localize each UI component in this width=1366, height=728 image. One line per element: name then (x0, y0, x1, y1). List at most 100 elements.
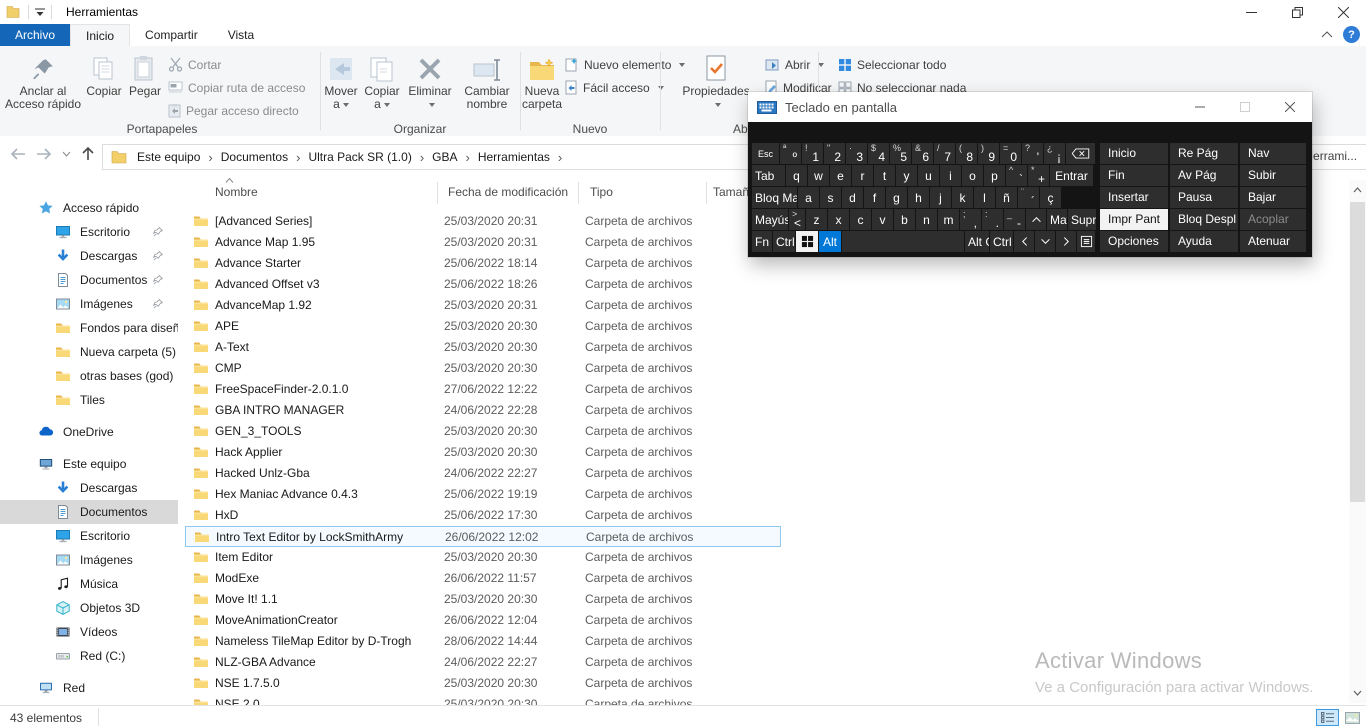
7-key[interactable]: /7 (934, 143, 955, 164)
inicio-key[interactable]: Inicio (1100, 143, 1168, 164)
t-key[interactable]: t (874, 165, 895, 186)
sidebar-item-escritorio[interactable]: Escritorio (0, 524, 178, 548)
mayus-key[interactable]: Mayús (1047, 209, 1067, 230)
a-key[interactable]: a (798, 187, 819, 208)
ayuda-key[interactable]: Ayuda (1170, 231, 1238, 252)
up-button[interactable] (81, 146, 95, 161)
large-icons-view-button[interactable] (1341, 709, 1364, 726)
item-key[interactable]: ¨´ (1018, 187, 1039, 208)
minimize-button[interactable] (1228, 0, 1274, 24)
bajar-key[interactable]: Bajar (1240, 187, 1306, 208)
forward-button[interactable] (36, 147, 52, 161)
item-key[interactable]: ªº (780, 143, 801, 164)
file-row-advanced-series[interactable]: [Advanced Series]25/03/2020 20:31Carpeta… (185, 211, 781, 232)
j-key[interactable]: j (930, 187, 951, 208)
new-folder-button[interactable]: Nueva carpeta (520, 52, 564, 111)
arrow-left-key[interactable] (1014, 231, 1034, 252)
e-key[interactable]: e (830, 165, 851, 186)
new-item-button[interactable]: Nuevo elemento (565, 56, 685, 73)
fn-key[interactable]: Fn (752, 231, 772, 252)
select-all-button[interactable]: Seleccionar todo (838, 56, 946, 73)
q-key[interactable]: q (786, 165, 807, 186)
vertical-scrollbar[interactable] (1349, 180, 1366, 703)
tab-key[interactable]: Tab (752, 165, 785, 186)
sidebar-item-nueva-carpeta-5[interactable]: Nueva carpeta (5) (0, 340, 178, 364)
file-row-move-it-1-1[interactable]: Move It! 1.125/03/2020 20:30Carpeta de a… (185, 589, 781, 610)
p-key[interactable]: p (984, 165, 1005, 186)
back-button[interactable] (10, 147, 26, 161)
sidebar-item-musica[interactable]: Música (0, 572, 178, 596)
backspace-key[interactable] (1066, 143, 1095, 164)
help-icon[interactable]: ? (1343, 26, 1360, 43)
item-key[interactable]: ?' (1022, 143, 1043, 164)
8-key[interactable]: (8 (956, 143, 977, 164)
h-key[interactable]: h (908, 187, 929, 208)
sidebar-item-tiles[interactable]: Tiles (0, 388, 178, 412)
v-key[interactable]: v (872, 209, 893, 230)
impr-pant-key[interactable]: Impr Pant (1100, 209, 1168, 230)
breadcrumb-separator-icon[interactable]: › (204, 150, 216, 165)
scroll-down-icon[interactable] (1351, 686, 1364, 699)
w-key[interactable]: w (808, 165, 829, 186)
opciones-key[interactable]: Opciones (1100, 231, 1168, 252)
column-header-name[interactable]: Nombre (215, 185, 258, 199)
n-key[interactable]: n (916, 209, 937, 230)
sidebar-item-red-c[interactable]: Red (C:) (0, 644, 178, 668)
cut-button[interactable]: Cortar (168, 56, 221, 73)
esc-key[interactable]: Esc (752, 143, 779, 164)
file-row-moveanimationcreator[interactable]: MoveAnimationCreator26/06/2022 12:04Carp… (185, 610, 781, 631)
ctrl-key[interactable]: Ctrl (990, 231, 1013, 252)
m-key[interactable]: m (938, 209, 959, 230)
rename-button[interactable]: Cambiar nombre (458, 52, 516, 111)
subir-key[interactable]: Subir (1240, 165, 1306, 186)
file-row-advance-map-1-95[interactable]: Advance Map 1.9525/03/2020 20:31Carpeta … (185, 232, 781, 253)
6-key[interactable]: &6 (912, 143, 933, 164)
u-key[interactable]: u (918, 165, 939, 186)
d-key[interactable]: d (842, 187, 863, 208)
arrow-down-key[interactable] (1035, 231, 1055, 252)
column-header-type[interactable]: Tipo (590, 185, 613, 199)
pin-to-quick-access-button[interactable]: Anclar al Acceso rápido (4, 52, 82, 111)
arrow-right-key[interactable] (1056, 231, 1076, 252)
alt-key[interactable]: Alt (819, 231, 841, 252)
breadcrumb-separator-icon[interactable]: › (292, 150, 304, 165)
customize-toolbar-icon[interactable] (35, 8, 45, 17)
scrollbar-thumb[interactable] (1350, 202, 1365, 502)
0-key[interactable]: =0 (1000, 143, 1021, 164)
sidebar-item-red[interactable]: Red (0, 676, 178, 700)
file-row-modexe[interactable]: ModExe26/06/2022 11:57Carpeta de archivo… (185, 568, 781, 589)
sidebar-item-descargas[interactable]: Descargas (0, 476, 178, 500)
5-key[interactable]: %5 (890, 143, 911, 164)
alt-gr-key[interactable]: Alt Gr (965, 231, 989, 252)
sidebar-item-imagenes[interactable]: Imágenes (0, 548, 178, 572)
file-row-ape[interactable]: APE25/03/2020 20:30Carpeta de archivos (185, 316, 781, 337)
move-to-button[interactable]: Mover a (322, 52, 360, 111)
sidebar-item-acceso-rapido[interactable]: Acceso rápido (0, 196, 178, 220)
breadcrumb-separator-icon[interactable]: › (416, 150, 428, 165)
k-key[interactable]: k (952, 187, 973, 208)
file-row-gen-3-tools[interactable]: GEN_3_TOOLS25/03/2020 20:30Carpeta de ar… (185, 421, 781, 442)
item-key[interactable]: *+ (1028, 165, 1049, 186)
breadcrumb-gba[interactable]: GBA (428, 146, 461, 168)
breadcrumb-documentos[interactable]: Documentos (217, 146, 292, 168)
sidebar-item-este-equipo[interactable]: Este equipo (0, 452, 178, 476)
column-divider[interactable] (437, 182, 438, 204)
nav-key[interactable]: Nav (1240, 143, 1306, 164)
delete-button[interactable]: Eliminar (404, 52, 456, 111)
paste-button[interactable]: Pegar (126, 52, 164, 98)
file-row-a-text[interactable]: A-Text25/03/2020 20:30Carpeta de archivo… (185, 337, 781, 358)
osk-maximize-button[interactable] (1222, 92, 1267, 122)
av-pag-key[interactable]: Av Pág (1170, 165, 1238, 186)
y-key[interactable]: y (896, 165, 917, 186)
file-row-nse-1-7-5-0[interactable]: NSE 1.7.5.025/03/2020 20:30Carpeta de ar… (185, 673, 781, 694)
file-row-advanced-offset-v3[interactable]: Advanced Offset v325/06/2022 18:26Carpet… (185, 274, 781, 295)
item-key[interactable]: ¿¡ (1044, 143, 1065, 164)
file-row-cmp[interactable]: CMP25/03/2020 20:30Carpeta de archivos (185, 358, 781, 379)
file-row-nlz-gba-advance[interactable]: NLZ-GBA Advance24/06/2022 22:27Carpeta d… (185, 652, 781, 673)
close-button[interactable] (1320, 0, 1366, 24)
z-key[interactable]: z (806, 209, 827, 230)
file-row-hxd[interactable]: HxD25/06/2022 17:30Carpeta de archivos (185, 505, 781, 526)
item-key[interactable]: ;, (960, 209, 981, 230)
ctrl-key[interactable]: Ctrl (773, 231, 795, 252)
arrow-up-key[interactable] (1026, 209, 1046, 230)
